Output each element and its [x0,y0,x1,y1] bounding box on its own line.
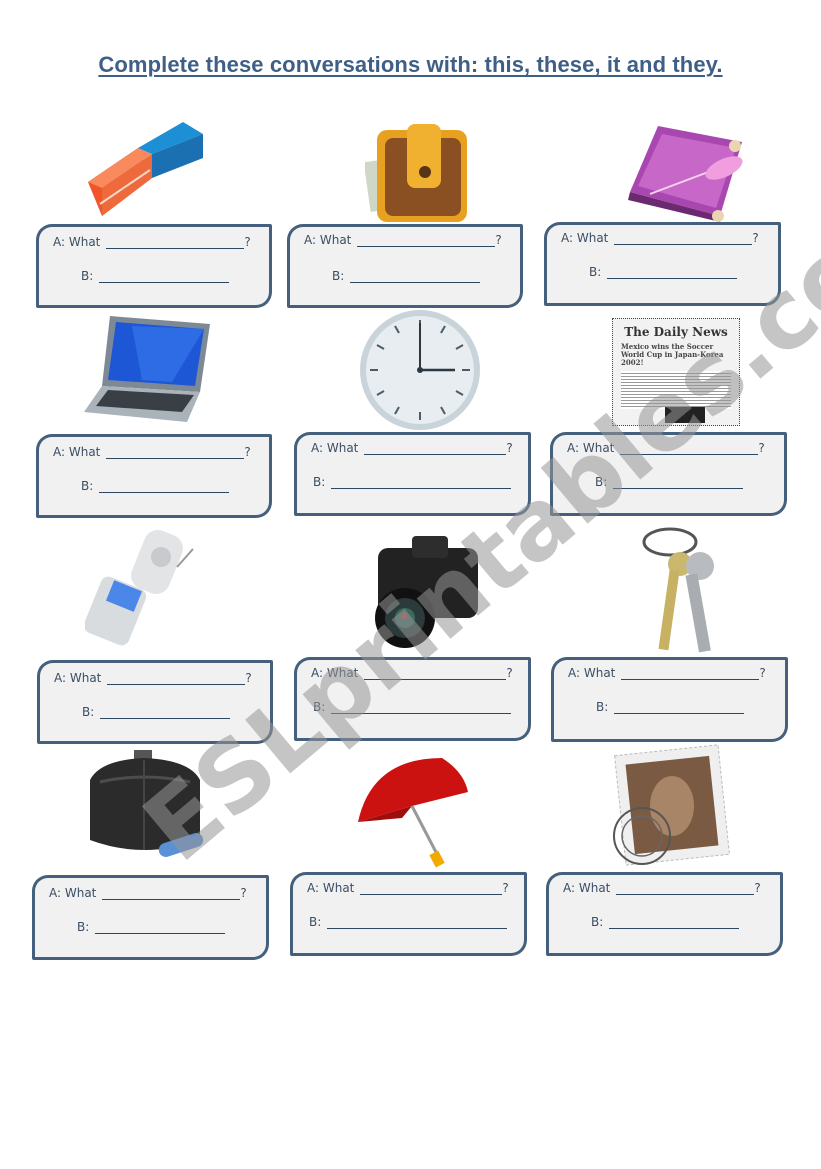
prompt-b-label: B: [596,700,609,714]
conversation-box: A: What? B: [32,875,269,960]
prompt-b-label: B: [591,915,604,929]
prompt-a-label: A: What [53,235,101,249]
newspaper-picture: The Daily News Mexico wins the Soccer Wo… [612,318,740,426]
answer-a-blank[interactable] [621,667,760,680]
question-mark: ? [245,671,252,685]
wallet-picture [365,124,467,222]
answer-b-blank[interactable] [99,270,230,283]
conversation-box: A: What? B: [290,872,527,956]
answer-a-blank[interactable] [616,882,755,895]
conversation-box: A: What? B: [294,657,531,741]
conversation-box: A: What? B: [544,222,781,306]
prompt-b-label: B: [81,479,94,493]
worksheet-title: Complete these conversations with: this,… [98,52,723,77]
answer-b-blank[interactable] [99,480,230,493]
mobile-phone-picture [85,529,194,646]
newspaper-headline: The Daily News [624,325,728,339]
prompt-a-label: A: What [567,441,615,455]
prompt-a-label: A: What [49,886,97,900]
keys-picture [642,527,714,653]
question-mark: ? [758,441,765,455]
answer-b-blank[interactable] [95,921,226,934]
answer-a-blank[interactable] [360,882,503,895]
prompt-b-label: B: [81,269,94,283]
conversation-box: A: What? B: [36,224,272,308]
prompt-a-label: A: What [568,666,616,680]
answer-a-blank[interactable] [106,446,245,459]
prompt-b-label: B: [595,475,608,489]
prompt-a-label: A: What [563,881,611,895]
answer-a-blank[interactable] [620,442,759,455]
question-mark: ? [752,231,759,245]
eraser-picture [88,122,203,216]
answer-a-blank[interactable] [102,887,241,900]
answer-b-blank[interactable] [100,706,231,719]
answer-b-blank[interactable] [327,916,508,929]
newspaper-subhead: Mexico wins the Soccer World Cup in Japa… [621,342,724,367]
umbrella-picture [358,758,468,868]
question-mark: ? [754,881,761,895]
prompt-b-label: B: [82,705,95,719]
answer-b-blank[interactable] [331,476,512,489]
camera-picture [375,536,478,648]
answer-b-blank[interactable] [350,270,481,283]
prompt-a-label: A: What [54,671,102,685]
prompt-b-label: B: [77,920,90,934]
answer-b-blank[interactable] [614,701,745,714]
question-mark: ? [502,881,509,895]
conversation-box: A: What? B: [551,657,788,742]
prompt-a-label: A: What [561,231,609,245]
prompt-a-label: A: What [304,233,352,247]
prompt-b-label: B: [589,265,602,279]
prompt-a-label: A: What [53,445,101,459]
answer-a-blank[interactable] [357,234,496,247]
stamp-picture [613,744,731,866]
book-picture [628,126,743,222]
question-mark: ? [506,666,513,680]
prompt-b-label: B: [309,915,322,929]
conversation-box: A: What? B: [36,434,272,518]
answer-a-blank[interactable] [364,667,507,680]
conversation-box: A: What? B: [550,432,787,516]
question-mark: ? [240,886,247,900]
conversation-box: A: What? B: [37,660,273,744]
handbag-picture [90,750,204,857]
conversation-box: A: What? B: [287,224,523,308]
answer-a-blank[interactable] [614,232,753,245]
prompt-a-label: A: What [311,666,359,680]
conversation-box: A: What? B: [294,432,531,516]
clock-picture [360,310,480,430]
conversation-box: A: What? B: [546,872,783,956]
answer-b-blank[interactable] [331,701,512,714]
question-mark: ? [244,235,251,249]
prompt-b-label: B: [313,700,326,714]
prompt-b-label: B: [332,269,345,283]
answer-b-blank[interactable] [607,266,738,279]
prompt-b-label: B: [313,475,326,489]
question-mark: ? [759,666,766,680]
laptop-picture [84,316,210,422]
prompt-a-label: A: What [311,441,359,455]
prompt-a-label: A: What [307,881,355,895]
answer-b-blank[interactable] [609,916,740,929]
answer-b-blank[interactable] [613,476,744,489]
answer-a-blank[interactable] [364,442,507,455]
answer-a-blank[interactable] [107,672,246,685]
question-mark: ? [244,445,251,459]
answer-a-blank[interactable] [106,236,245,249]
question-mark: ? [506,441,513,455]
question-mark: ? [495,233,502,247]
